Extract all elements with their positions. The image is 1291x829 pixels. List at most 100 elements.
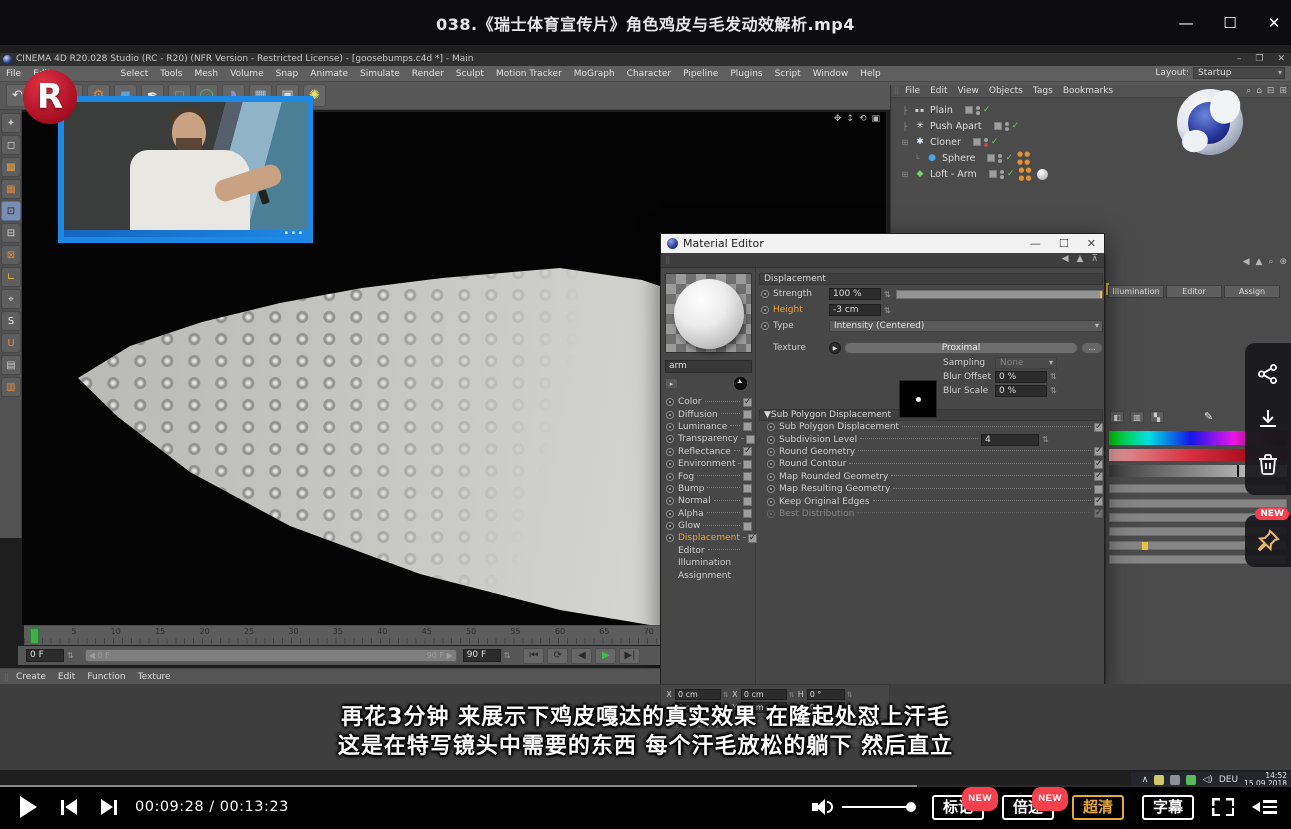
texture-shader[interactable]: Proximal — [844, 342, 1078, 354]
next-episode-icon[interactable] — [101, 799, 117, 815]
attribute-tab[interactable]: Editor — [1166, 285, 1222, 298]
preview-type-icon[interactable] — [734, 377, 747, 390]
spd-checkbox[interactable] — [1094, 485, 1103, 494]
me-maximize-icon[interactable]: ☐ — [1059, 237, 1069, 250]
om-menu-item[interactable]: Bookmarks — [1063, 86, 1113, 96]
object-row[interactable]: ├ Push Apart ✓ ●●●● — [897, 118, 1291, 134]
filter-icon[interactable]: ⊕ — [1279, 257, 1287, 267]
channel-row[interactable]: Environment — [661, 458, 756, 470]
channel-checkbox[interactable] — [748, 534, 757, 543]
next-key-icon[interactable]: ▶| — [619, 648, 640, 664]
object-row[interactable]: ⊞ Loft - Arm ✓ ●●●● — [897, 166, 1291, 182]
download-icon[interactable] — [1256, 407, 1280, 431]
menu-item[interactable]: File — [0, 69, 27, 79]
spd-checkbox[interactable] — [1094, 423, 1103, 432]
share-icon[interactable] — [1256, 362, 1280, 386]
menu-item[interactable]: Sculpt — [450, 69, 490, 79]
search-icon[interactable]: ⌕ — [1268, 257, 1273, 267]
channel-checkbox[interactable] — [743, 410, 752, 419]
channel-row[interactable]: Transparency — [661, 433, 756, 445]
texture-browse-button[interactable]: ... — [1081, 342, 1103, 354]
menu-item[interactable]: Character — [621, 69, 677, 79]
timeline-menu-item[interactable]: Edit — [58, 672, 75, 682]
fullscreen-icon[interactable] — [1212, 798, 1234, 816]
workplane-c-icon[interactable]: ▥ — [1, 377, 21, 397]
channel-row[interactable]: Editor — [661, 545, 756, 557]
quality-button[interactable]: 超清 — [1072, 795, 1124, 820]
menu-item[interactable]: Animate — [304, 69, 354, 79]
type-dropdown[interactable]: Intensity (Centered) — [829, 320, 1103, 332]
object-name[interactable]: Push Apart — [930, 121, 982, 132]
spd-row[interactable]: Subdivision Level 4 ⇅ — [767, 433, 1103, 445]
c4d-restore-icon[interactable]: ❐ — [1255, 53, 1263, 66]
attribute-tab[interactable]: Illumination — [1108, 285, 1164, 298]
menu-item[interactable]: Volume — [224, 69, 269, 79]
menu-item[interactable]: Tools — [154, 69, 188, 79]
menu-item[interactable]: Render — [406, 69, 450, 79]
start-frame-field[interactable]: 0 F — [26, 649, 64, 662]
menu-item[interactable]: MoGraph — [568, 69, 621, 79]
channel-radio[interactable] — [666, 448, 674, 456]
timeline-menu-item[interactable]: Create — [16, 672, 46, 682]
om-menu-item[interactable]: File — [905, 86, 920, 96]
viewport-nav-icon[interactable]: ▣ — [871, 114, 880, 124]
material-name-field[interactable]: arm — [665, 360, 752, 373]
coord-field[interactable]: 0 ° — [807, 689, 845, 700]
spd-checkbox[interactable] — [1094, 497, 1103, 506]
channel-checkbox[interactable] — [743, 422, 752, 431]
history-up-icon[interactable]: ▲ — [1076, 254, 1083, 264]
spd-checkbox[interactable] — [1094, 460, 1103, 469]
panel-menu-icon[interactable]: ⊞ — [1279, 86, 1287, 96]
object-name[interactable]: Loft - Arm — [930, 169, 977, 180]
viewport-filter-icon[interactable]: ⌖ — [1, 289, 21, 309]
stepper-icon[interactable]: ⇅ — [884, 306, 891, 315]
menu-item[interactable]: Help — [854, 69, 887, 79]
color-mixer-icon[interactable]: ▚ — [1150, 411, 1164, 423]
object-name[interactable]: Cloner — [930, 137, 961, 148]
tray-shield-icon[interactable] — [1154, 775, 1164, 785]
tray-clock[interactable]: 14:5215.09.2018 — [1244, 772, 1287, 786]
blur-scale-value[interactable]: 0 % — [995, 385, 1047, 397]
goto-start-icon[interactable]: ⏮ — [523, 648, 544, 664]
channel-radio[interactable] — [666, 497, 674, 505]
back-icon[interactable]: ◀ — [1243, 257, 1250, 267]
color-wheel-icon[interactable]: ◧ — [1110, 411, 1124, 423]
channel-checkbox[interactable] — [743, 447, 752, 456]
texture-mode-icon[interactable]: ▩ — [1, 157, 21, 177]
make-editable-icon[interactable]: ✦ — [1, 113, 21, 133]
tray-expand-icon[interactable]: ∧ — [1142, 775, 1149, 785]
speed-button[interactable]: 倍速NEW — [1002, 795, 1054, 820]
channel-radio[interactable] — [666, 398, 674, 406]
object-row[interactable]: ├ Plain ✓ ●●●● — [897, 102, 1291, 118]
object-name[interactable]: Plain — [930, 105, 953, 116]
height-value[interactable]: -3 cm — [829, 304, 881, 316]
frame-range-slider[interactable]: ◀ 0 F 90 F ▶ — [85, 649, 457, 662]
menu-item[interactable]: Mesh — [188, 69, 224, 79]
channel-radio[interactable] — [666, 435, 674, 443]
channel-radio[interactable] — [666, 411, 674, 419]
timeline-playhead[interactable] — [30, 628, 39, 644]
play-forward-icon[interactable]: ▶ — [595, 648, 616, 664]
channel-checkbox[interactable] — [743, 484, 752, 493]
coord-field[interactable]: 0 cm — [741, 689, 787, 700]
home-icon[interactable]: ⌂ — [1256, 86, 1262, 96]
tray-language[interactable]: DEU — [1219, 775, 1238, 785]
polygons-mode-icon[interactable]: ⊠ — [1, 245, 21, 265]
channel-row[interactable]: Normal — [661, 495, 756, 507]
viewport-nav-icon[interactable]: ↕ — [846, 114, 854, 124]
attribute-tab[interactable]: Assign — [1224, 285, 1280, 298]
om-menu-item[interactable]: Edit — [930, 86, 947, 96]
close-icon[interactable]: ✕ — [1265, 14, 1283, 32]
channel-radio[interactable] — [666, 534, 674, 542]
om-menu-item[interactable]: Tags — [1033, 86, 1053, 96]
lock-icon[interactable]: ⊼ — [1091, 254, 1098, 264]
strength-slider[interactable] — [896, 290, 1103, 299]
layout-select[interactable]: Startup — [1193, 67, 1285, 79]
tray-volume-icon[interactable]: ◁) — [1202, 775, 1212, 785]
channel-checkbox[interactable] — [746, 435, 755, 444]
search-icon[interactable]: ⌕ — [1246, 86, 1251, 96]
spd-row[interactable]: Best Distribution ⇅ — [767, 508, 1103, 520]
points-mode-icon[interactable]: ⊡ — [1, 201, 21, 221]
blur-offset-value[interactable]: 0 % — [995, 371, 1047, 383]
model-mode-icon[interactable]: ◻ — [1, 135, 21, 155]
